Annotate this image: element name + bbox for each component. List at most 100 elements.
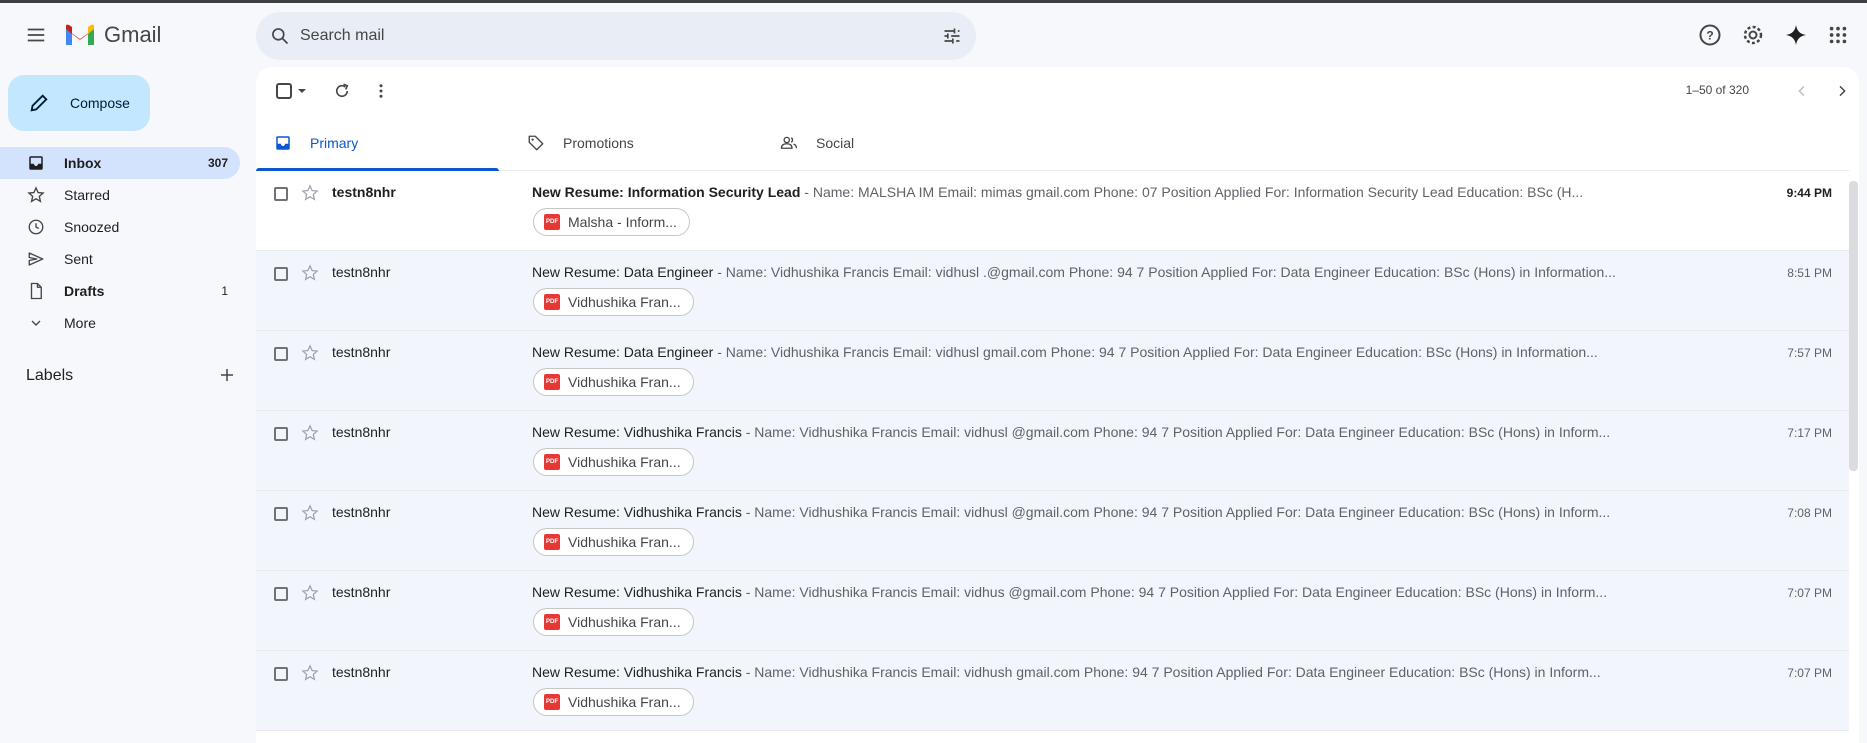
attachment-name: Vidhushika Fran... (568, 454, 681, 470)
sidebar-item-label: Sent (64, 251, 93, 267)
main-menu-button[interactable] (16, 15, 56, 55)
gmail-logo[interactable]: Gmail (64, 20, 161, 50)
email-row[interactable]: testn8nhr New Resume: Data Engineer - Na… (256, 331, 1854, 411)
sidebar-item-label: Drafts (64, 283, 105, 299)
attachment-chip[interactable]: PDF Vidhushika Fran... (533, 368, 694, 396)
attachment-name: Vidhushika Fran... (568, 694, 681, 710)
sidebar-nav: Inbox 307 Starred Snoozed Sent Drafts 1 … (0, 147, 256, 339)
gemini-sparkle-icon[interactable] (1776, 15, 1816, 55)
email-row[interactable]: testn8nhr New Resume: Vidhushika Francis… (256, 651, 1854, 731)
row-checkbox[interactable] (274, 187, 288, 201)
row-checkbox[interactable] (274, 667, 288, 681)
email-snippet: - Name: Vidhushika Francis Email: vidhus… (741, 584, 1608, 600)
row-checkbox[interactable] (274, 427, 288, 441)
scrollbar-thumb[interactable] (1849, 181, 1858, 471)
email-sender: testn8nhr (332, 184, 396, 200)
apps-grid-icon[interactable] (1818, 15, 1858, 55)
labels-title: Labels (26, 367, 74, 384)
email-time: 8:51 PM (1787, 266, 1832, 280)
email-row[interactable]: testn8nhr New Resume: Information Securi… (256, 171, 1854, 251)
attachment-name: Vidhushika Fran... (568, 534, 681, 550)
pdf-icon: PDF (544, 214, 560, 230)
email-time: 7:07 PM (1787, 666, 1832, 680)
draft-count: 1 (221, 284, 228, 298)
email-preview: New Resume: Vidhushika Francis - Name: V… (532, 584, 1742, 600)
pdf-icon: PDF (544, 614, 560, 630)
star-icon[interactable] (298, 181, 322, 205)
sidebar-item-drafts[interactable]: Drafts 1 (0, 275, 240, 307)
email-sender: testn8nhr (332, 264, 391, 280)
sidebar-item-label: Snoozed (64, 219, 120, 235)
email-subject: New Resume: Data Engineer (532, 264, 714, 280)
sidebar-item-inbox[interactable]: Inbox 307 (0, 147, 240, 179)
search-icon[interactable] (268, 24, 292, 48)
tab-label: Primary (310, 135, 359, 151)
star-icon[interactable] (298, 421, 322, 445)
search-input[interactable] (300, 20, 860, 52)
tab-label: Social (816, 135, 855, 151)
email-row[interactable]: testn8nhr New Resume: Vidhushika Francis… (256, 571, 1854, 651)
select-all-checkbox[interactable] (268, 71, 316, 111)
vertical-scrollbar[interactable] (1849, 115, 1859, 743)
compose-button[interactable]: Compose (8, 75, 150, 131)
email-preview: New Resume: Vidhushika Francis - Name: V… (532, 504, 1742, 520)
sidebar-item-more[interactable]: More (0, 307, 240, 339)
email-snippet: - Name: Vidhushika Francis Email: vidhus… (741, 664, 1601, 680)
email-preview: New Resume: Information Security Lead - … (532, 184, 1742, 200)
row-checkbox[interactable] (274, 587, 288, 601)
email-snippet: - Name: MALSHA IM Email: mimas gmail.com… (800, 184, 1584, 200)
email-row[interactable]: testn8nhr New Resume: Vidhushika Francis… (256, 411, 1854, 491)
hamburger-icon (27, 28, 45, 42)
search-bar[interactable] (256, 12, 976, 60)
search-options-icon[interactable] (940, 24, 964, 48)
attachment-name: Vidhushika Fran... (568, 374, 681, 390)
older-page-icon[interactable] (1822, 71, 1859, 111)
email-time: 7:08 PM (1787, 506, 1832, 520)
attachment-chip[interactable]: PDF Vidhushika Fran... (533, 448, 694, 476)
sidebar-item-starred[interactable]: Starred (0, 179, 240, 211)
header: Gmail ? (0, 3, 1867, 67)
email-row[interactable]: testn8nhr New Resume: Data Engineer - Na… (256, 251, 1854, 331)
sidebar-item-snoozed[interactable]: Snoozed (0, 211, 240, 243)
inbox-icon (26, 153, 46, 173)
email-time: 9:44 PM (1786, 186, 1832, 200)
row-checkbox[interactable] (274, 267, 288, 281)
attachment-name: Malsha - Inform... (568, 214, 677, 230)
attachment-chip[interactable]: PDF Vidhushika Fran... (533, 288, 694, 316)
email-row[interactable]: testn8nhr New Resume: Vidhushika Francis… (256, 491, 1854, 571)
help-icon[interactable]: ? (1690, 15, 1730, 55)
star-icon[interactable] (298, 501, 322, 525)
attachment-chip[interactable]: PDF Vidhushika Fran... (533, 608, 694, 636)
star-icon[interactable] (298, 661, 322, 685)
email-snippet: - Name: Vidhushika Francis Email: vidhus… (741, 424, 1611, 440)
tab-promotions[interactable]: Promotions (509, 115, 752, 171)
email-preview: New Resume: Vidhushika Francis - Name: V… (532, 424, 1742, 440)
row-checkbox[interactable] (274, 507, 288, 521)
attachment-chip[interactable]: PDF Vidhushika Fran... (533, 528, 694, 556)
email-subject: New Resume: Vidhushika Francis (532, 504, 742, 520)
refresh-icon[interactable] (322, 71, 362, 111)
email-subject: New Resume: Vidhushika Francis (532, 424, 742, 440)
sidebar-item-label: Inbox (64, 155, 102, 171)
gmail-m-icon (66, 24, 94, 45)
attachment-name: Vidhushika Fran... (568, 614, 681, 630)
star-icon[interactable] (298, 581, 322, 605)
star-icon[interactable] (298, 341, 322, 365)
email-preview: New Resume: Vidhushika Francis - Name: V… (532, 664, 1742, 680)
svg-text:?: ? (1706, 29, 1713, 43)
row-checkbox[interactable] (274, 347, 288, 361)
add-label-icon[interactable] (218, 366, 236, 387)
more-options-icon[interactable] (361, 71, 401, 111)
attachment-chip[interactable]: PDF Malsha - Inform... (533, 208, 690, 236)
star-icon[interactable] (298, 261, 322, 285)
email-subject: New Resume: Vidhushika Francis (532, 664, 742, 680)
newer-page-icon[interactable] (1782, 71, 1822, 111)
settings-gear-icon[interactable] (1733, 15, 1773, 55)
tab-social[interactable]: Social (762, 115, 1005, 171)
sidebar-item-sent[interactable]: Sent (0, 243, 240, 275)
email-sender: testn8nhr (332, 584, 391, 600)
tab-primary[interactable]: Primary (256, 115, 499, 171)
sidebar-item-label: More (64, 315, 96, 331)
email-time: 7:07 PM (1787, 586, 1832, 600)
attachment-chip[interactable]: PDF Vidhushika Fran... (533, 688, 694, 716)
